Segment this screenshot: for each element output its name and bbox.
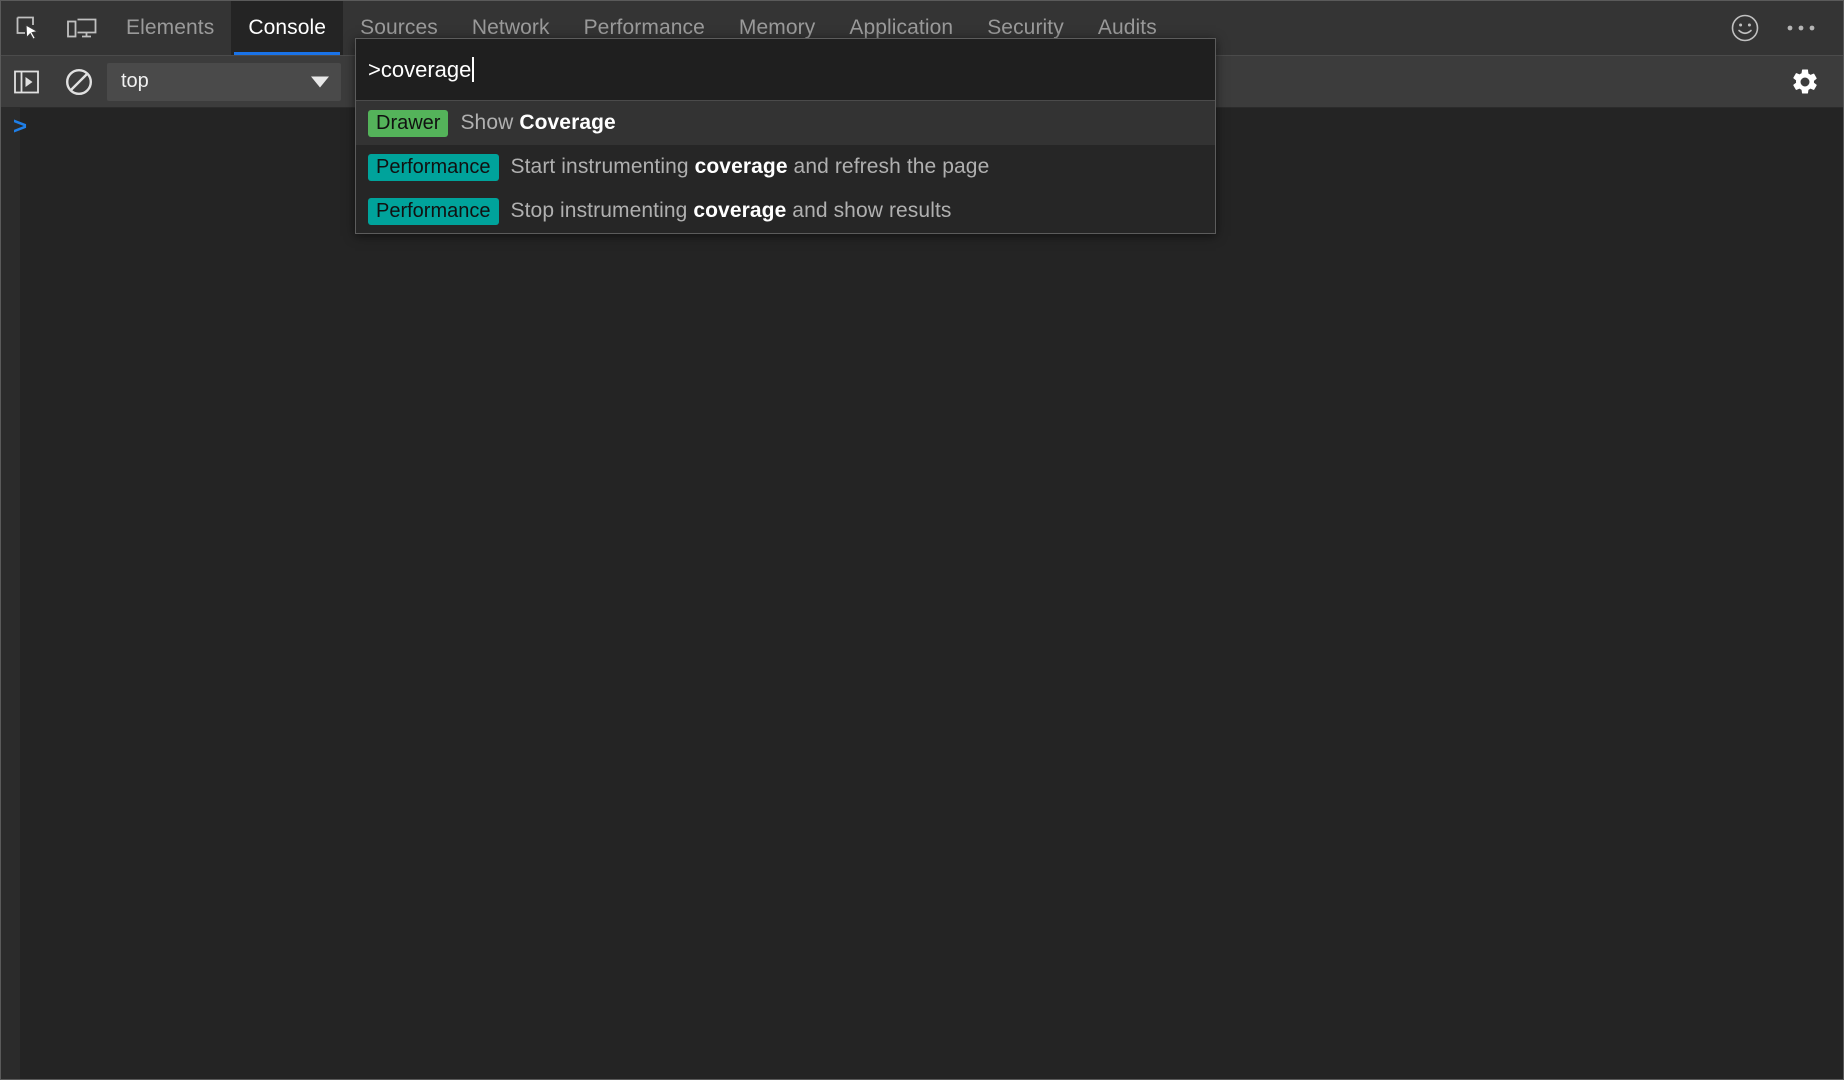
tab-label: Security	[987, 16, 1064, 40]
command-palette: >coverage Drawer Show Coverage Performan…	[355, 38, 1216, 234]
more-options-icon[interactable]	[1773, 24, 1829, 32]
settings-gear-icon[interactable]	[1779, 56, 1831, 108]
tab-label: Console	[248, 16, 326, 40]
command-palette-query: >coverage	[368, 59, 471, 81]
devtools-window: Elements Console Sources Network Perform…	[0, 0, 1844, 1080]
inspect-element-icon[interactable]	[1, 1, 55, 55]
console-gutter	[1, 108, 20, 1079]
tab-label: Performance	[584, 16, 705, 40]
clear-console-icon[interactable]	[53, 56, 105, 108]
command-palette-item[interactable]: Performance Start instrumenting coverage…	[356, 145, 1215, 189]
command-palette-results: Drawer Show Coverage Performance Start i…	[356, 101, 1215, 233]
chevron-down-icon	[311, 76, 329, 87]
command-palette-input-row[interactable]: >coverage	[356, 39, 1215, 101]
device-toolbar-icon[interactable]	[55, 1, 109, 55]
tab-elements[interactable]: Elements	[109, 1, 231, 55]
command-label: Start instrumenting coverage and refresh…	[511, 155, 990, 179]
tab-label: Elements	[126, 16, 214, 40]
tab-label: Application	[849, 16, 953, 40]
execution-context-selector[interactable]: top	[107, 63, 341, 101]
tab-label: Audits	[1098, 16, 1157, 40]
tab-label: Memory	[739, 16, 815, 40]
console-sidebar-toggle-icon[interactable]	[1, 56, 53, 108]
command-palette-item[interactable]: Drawer Show Coverage	[356, 101, 1215, 145]
text-cursor	[472, 57, 474, 82]
tabbar-actions	[1717, 1, 1843, 55]
tab-label: Sources	[360, 16, 438, 40]
tab-console[interactable]: Console	[231, 1, 343, 55]
console-toolbar-actions	[1779, 56, 1843, 108]
execution-context-value: top	[121, 70, 149, 93]
command-category-badge: Performance	[368, 198, 499, 225]
console-prompt-chevron-icon: >	[1, 115, 39, 139]
tab-label: Network	[472, 16, 550, 40]
command-label: Show Coverage	[460, 111, 615, 135]
command-category-badge: Performance	[368, 154, 499, 181]
command-label: Stop instrumenting coverage and show res…	[511, 199, 952, 223]
command-palette-item[interactable]: Performance Stop instrumenting coverage …	[356, 189, 1215, 233]
console-messages-area[interactable]: >	[1, 108, 1843, 1079]
command-category-badge: Drawer	[368, 110, 448, 137]
feedback-smiley-icon[interactable]	[1717, 13, 1773, 43]
